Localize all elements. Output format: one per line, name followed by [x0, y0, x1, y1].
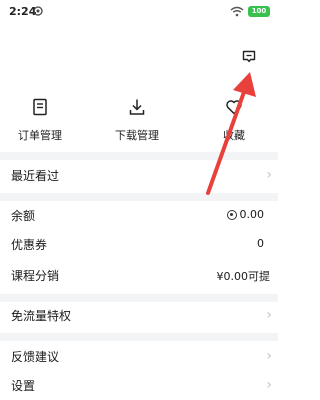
- balance-label: 余额: [11, 209, 36, 223]
- favorites-label: 收藏: [223, 129, 245, 142]
- course-distribution-value: ¥0.00可提: [216, 270, 271, 283]
- section-divider: [0, 152, 278, 160]
- feedback-label: 反馈建议: [11, 350, 60, 364]
- quick-actions: 订单管理 下载管理 收藏: [0, 94, 278, 150]
- download-management-button[interactable]: 下载管理: [97, 94, 177, 150]
- free-data-row[interactable]: 免流量特权 ›: [0, 300, 278, 330]
- chevron-right-icon: ›: [266, 307, 272, 323]
- balance-value: 0.00: [239, 208, 265, 221]
- download-management-label: 下载管理: [115, 129, 159, 142]
- favorites-button[interactable]: 收藏: [194, 94, 274, 150]
- free-data-label: 免流量特权: [11, 309, 72, 323]
- message-button[interactable]: [236, 44, 262, 70]
- coin-icon: [226, 209, 237, 220]
- battery-icon: 100: [248, 5, 270, 17]
- feedback-row[interactable]: 反馈建议 ›: [0, 341, 278, 371]
- balance-value-group: 0.00: [226, 208, 265, 221]
- wifi-icon: [230, 6, 244, 16]
- status-bar: 2:24 100: [0, 0, 278, 22]
- order-management-button[interactable]: 订单管理: [0, 94, 80, 150]
- app-notification-icon: [33, 6, 43, 16]
- status-icons: 100: [230, 5, 270, 17]
- chevron-right-icon: ›: [266, 348, 272, 364]
- balance-row[interactable]: 余额 0.00: [0, 200, 278, 230]
- coupon-value: 0: [257, 237, 264, 250]
- coupon-row[interactable]: 优惠券 0: [0, 229, 278, 259]
- heart-icon: [226, 100, 242, 115]
- course-distribution-row[interactable]: 课程分销 ¥0.00可提: [0, 260, 278, 290]
- chevron-right-icon: ›: [266, 377, 272, 393]
- download-icon: [129, 99, 145, 115]
- chevron-right-icon: ›: [266, 167, 272, 183]
- settings-row[interactable]: 设置 ›: [0, 370, 278, 400]
- recent-viewed-row[interactable]: 最近看过 ›: [0, 160, 278, 190]
- section-divider: [0, 333, 278, 341]
- settings-label: 设置: [11, 379, 36, 393]
- recent-viewed-label: 最近看过: [11, 169, 60, 183]
- coupon-label: 优惠券: [11, 238, 48, 252]
- course-distribution-label: 课程分销: [11, 269, 60, 283]
- order-management-label: 订单管理: [18, 129, 62, 142]
- message-icon: [242, 50, 256, 63]
- order-icon: [33, 98, 47, 116]
